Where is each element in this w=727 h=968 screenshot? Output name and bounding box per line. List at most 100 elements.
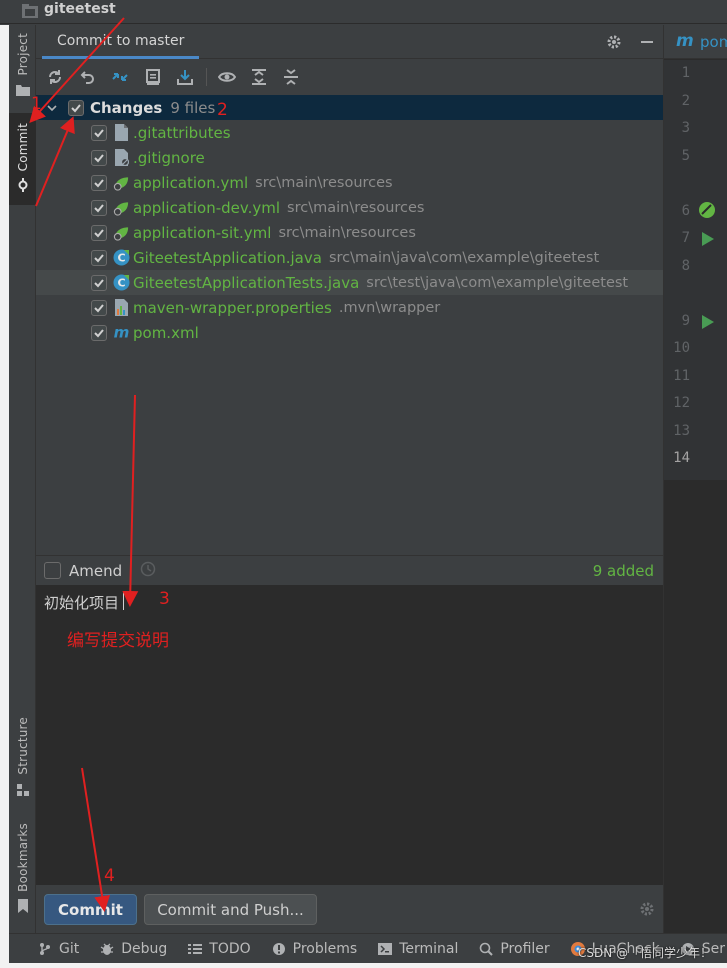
file-name: GiteetestApplicationTests.java [133, 273, 360, 292]
tool-tab-debug[interactable]: Debug [99, 941, 167, 957]
editor-pane: m pom 1 2 3 5 6 7 8 9 10 11 12 13 14 [663, 25, 727, 933]
tool-tab-label: TODO [209, 940, 251, 957]
gear-icon[interactable] [639, 901, 655, 921]
panel-header: Commit to master [36, 25, 663, 59]
file-row[interactable]: application-dev.yml src\main\resources [36, 195, 663, 220]
diff-icon[interactable] [110, 67, 130, 87]
changes-label: Changes [90, 98, 163, 117]
maven-icon: m [113, 324, 130, 342]
text-file-icon [113, 124, 130, 142]
file-checkbox[interactable] [91, 299, 107, 316]
tool-tab-profiler[interactable]: Profiler [478, 941, 550, 957]
file-path: .mvn\wrapper [338, 299, 441, 316]
tab-label: Commit to master [57, 33, 185, 49]
sidebar-item-bookmarks[interactable]: Bookmarks [9, 823, 36, 918]
line-number: 8 [681, 258, 690, 274]
amend-checkbox[interactable] [44, 562, 61, 579]
changelist-icon[interactable] [143, 67, 163, 87]
sidebar-item-structure[interactable]: Structure [9, 717, 36, 803]
window-title: giteetest [44, 1, 116, 17]
annotation-step-4: 4 [104, 866, 115, 886]
file-row[interactable]: m pom.xml [36, 320, 663, 345]
sidebar-item-label: Structure [15, 717, 30, 775]
file-row[interactable]: maven-wrapper.properties .mvn\wrapper [36, 295, 663, 320]
java-class-icon: C [113, 274, 130, 292]
shelve-icon[interactable] [175, 67, 195, 87]
file-checkbox[interactable] [91, 324, 107, 341]
file-row[interactable]: .gitignore [36, 145, 663, 170]
sidebar-item-label: Project [15, 33, 30, 76]
file-checkbox[interactable] [91, 249, 107, 266]
file-path: src\main\resources [287, 199, 425, 216]
bookmark-icon [17, 898, 28, 917]
file-checkbox[interactable] [91, 149, 107, 166]
tool-tab-label: Terminal [399, 940, 459, 957]
changes-count: 9 files [170, 98, 216, 117]
watermark: CSDN @「悟同学少年！ [578, 946, 713, 960]
properties-file-icon [113, 299, 130, 317]
collapse-all-icon[interactable] [281, 67, 301, 87]
line-number: 2 [681, 93, 690, 109]
sidebar-item-project[interactable]: Project [9, 33, 36, 103]
java-class-icon: C [113, 249, 130, 267]
file-name: GiteetestApplication.java [133, 248, 322, 267]
annotation-step-3: 3 [159, 589, 170, 609]
annotation-note: 编写提交说明 [67, 631, 169, 651]
file-checkbox[interactable] [91, 199, 107, 216]
file-checkbox[interactable] [91, 124, 107, 141]
added-count: 9 added [592, 561, 654, 580]
spring-yaml-icon [113, 199, 130, 217]
file-checkbox[interactable] [91, 274, 107, 291]
editor-tab-label: pom [700, 33, 727, 51]
list-icon [187, 941, 203, 957]
sidebar-item-commit[interactable]: Commit [9, 113, 36, 205]
rollback-icon[interactable] [78, 67, 98, 87]
line-number: 1 [681, 65, 690, 81]
file-checkbox[interactable] [91, 224, 107, 241]
sidebar-item-label: Bookmarks [15, 823, 30, 892]
line-number: 10 [673, 340, 690, 356]
commit-button[interactable]: Commit [44, 894, 137, 925]
tool-tab-problems[interactable]: Problems [271, 940, 358, 957]
tool-tab-label: Git [59, 940, 80, 957]
file-name: maven-wrapper.properties [133, 298, 332, 317]
chevron-down-icon[interactable] [46, 102, 58, 114]
minimize-icon[interactable] [639, 34, 655, 50]
gear-icon[interactable] [606, 34, 622, 50]
tool-tab-terminal[interactable]: Terminal [377, 941, 458, 957]
expand-all-icon[interactable] [249, 67, 269, 87]
annotation-step-2: 2 [217, 100, 228, 120]
file-row[interactable]: C GiteetestApplicationTests.java src\test\… [36, 270, 663, 295]
commit-and-push-button[interactable]: Commit and Push... [144, 894, 317, 925]
file-row[interactable]: C GiteetestApplication.java src\main\java\… [36, 245, 663, 270]
annotation-step-1: 1 [31, 94, 42, 114]
amend-row: Amend 9 added [36, 555, 663, 585]
line-number: 11 [673, 368, 690, 384]
tool-tab-todo[interactable]: TODO [187, 940, 251, 957]
tab-underline [42, 56, 200, 59]
amend-label[interactable]: Amend [69, 562, 122, 580]
maven-icon: m [676, 31, 694, 51]
line-number: 3 [681, 120, 690, 136]
bottom-edge [0, 963, 727, 968]
spring-boot-icon[interactable] [698, 201, 716, 223]
clock-icon[interactable] [140, 561, 156, 581]
file-checkbox[interactable] [91, 174, 107, 191]
changes-checkbox[interactable] [68, 99, 84, 116]
file-row[interactable]: application.yml src\main\resources [36, 170, 663, 195]
file-row[interactable]: .gitattributes [36, 120, 663, 145]
run-icon[interactable] [702, 231, 714, 250]
editor-tab-pom[interactable]: m pom [664, 25, 727, 59]
changes-group-row[interactable]: Changes 9 files [36, 95, 663, 120]
refresh-icon[interactable] [45, 67, 65, 87]
file-row[interactable]: application-sit.yml src\main\resources [36, 220, 663, 245]
eye-icon[interactable] [217, 67, 237, 87]
terminal-icon [377, 941, 393, 957]
tool-tab-label: Problems [292, 940, 358, 957]
tab-commit-to-master[interactable]: Commit to master [42, 25, 200, 59]
folder-icon [15, 81, 30, 100]
run-icon[interactable] [702, 314, 714, 333]
tool-tab-git[interactable]: Git [37, 941, 79, 957]
svg-text:C: C [117, 252, 125, 265]
toolbar-separator [206, 68, 207, 86]
